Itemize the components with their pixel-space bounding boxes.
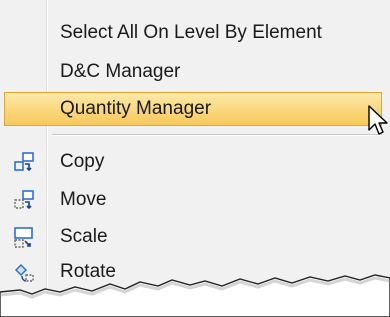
mouse-cursor-icon — [368, 105, 388, 135]
copy-icon — [14, 152, 36, 174]
menu-item-move[interactable]: Move — [4, 183, 382, 217]
menu-item-quantity-manager[interactable]: Quantity Manager — [4, 92, 382, 126]
move-icon — [14, 190, 36, 212]
menu-item-label: Quantity Manager — [60, 98, 212, 119]
menu-item-label: Move — [60, 189, 107, 210]
menu-item-label: D&C Manager — [60, 61, 181, 82]
menu-item-copy[interactable]: Copy — [4, 145, 382, 179]
torn-edge — [0, 274, 390, 317]
scale-icon — [14, 227, 36, 249]
menu-item-select-all-on-level-by-element[interactable]: Select All On Level By Element — [4, 16, 382, 50]
menu-item-label: Scale — [60, 226, 108, 247]
context-menu: Select All On Level By Element D&C Manag… — [0, 0, 390, 317]
menu-item-label: Select All On Level By Element — [60, 22, 322, 43]
menu-item-scale[interactable]: Scale — [4, 220, 382, 254]
menu-separator-highlight — [52, 135, 382, 136]
menu-item-dc-manager[interactable]: D&C Manager — [4, 55, 382, 89]
menu-item-label: Copy — [60, 151, 105, 172]
